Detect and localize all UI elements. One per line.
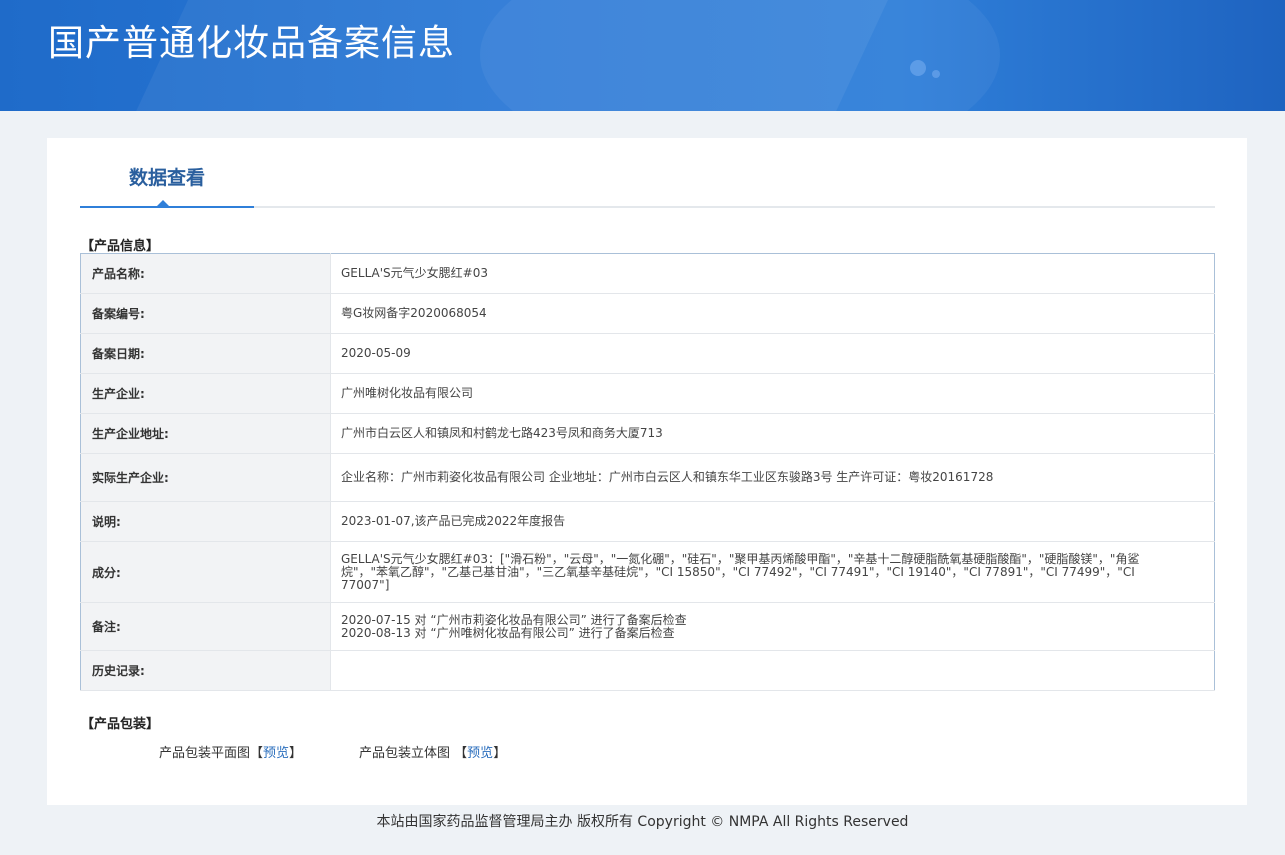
- tab-active-caret: [156, 200, 170, 207]
- row-value: GELLA'S元气少女腮红#03: [330, 253, 1215, 294]
- row-key: 备注:: [80, 602, 331, 651]
- product-info-heading: 【产品信息】: [81, 239, 160, 254]
- row-key: 历史记录:: [80, 650, 331, 691]
- preview-solid-link[interactable]: 预览: [467, 746, 493, 761]
- row-value: 广州唯树化妆品有限公司: [330, 373, 1215, 414]
- banner-dot: [932, 70, 940, 78]
- row-value: 广州市白云区人和镇凤和村鹤龙七路423号凤和商务大厦713: [330, 413, 1215, 454]
- page-title: 国产普通化妆品备案信息: [48, 23, 456, 64]
- table-row: 说明: 2023-01-07,该产品已完成2022年度报告: [80, 501, 1215, 542]
- row-key: 成分:: [80, 541, 331, 603]
- row-key: 产品名称:: [80, 253, 331, 294]
- table-row: 备注: 2020-07-15 对 “广州市莉姿化妆品有限公司” 进行了备案后检查…: [80, 602, 1215, 651]
- table-row: 备案日期: 2020-05-09: [80, 333, 1215, 374]
- tab-bar: 数据查看: [80, 138, 1215, 208]
- tab-data-view[interactable]: 数据查看: [80, 138, 254, 208]
- table-row: 生产企业地址: 广州市白云区人和镇凤和村鹤龙七路423号凤和商务大厦713: [80, 413, 1215, 454]
- header-banner: 国产普通化妆品备案信息: [0, 0, 1285, 111]
- row-key: 实际生产企业:: [80, 453, 331, 502]
- table-row: 备案编号: 粤G妆网备字2020068054: [80, 293, 1215, 334]
- table-row: 历史记录:: [80, 650, 1215, 691]
- remark-line: 2020-07-15 对 “广州市莉姿化妆品有限公司” 进行了备案后检查: [341, 612, 687, 627]
- banner-dot: [910, 60, 926, 76]
- content-card: 数据查看 【产品信息】 产品名称: GELLA'S元气少女腮红#03 备案编号:…: [47, 138, 1247, 805]
- row-key: 备案编号:: [80, 293, 331, 334]
- row-value: 2020-07-15 对 “广州市莉姿化妆品有限公司” 进行了备案后检查 202…: [330, 602, 1215, 651]
- row-value: [330, 650, 1215, 691]
- bracket: 】: [493, 746, 507, 761]
- preview-flat-link[interactable]: 预览: [263, 746, 289, 761]
- product-info-table: 产品名称: GELLA'S元气少女腮红#03 备案编号: 粤G妆网备字20200…: [80, 253, 1215, 691]
- packaging-flat-label: 产品包装平面图: [159, 746, 251, 761]
- packaging-heading: 【产品包装】: [81, 717, 160, 732]
- row-key: 备案日期:: [80, 333, 331, 374]
- packaging-flat: 产品包装平面图【预览】: [159, 742, 302, 761]
- row-value: 企业名称：广州市莉姿化妆品有限公司 企业地址：广州市白云区人和镇东华工业区东骏路…: [330, 453, 1215, 502]
- footer-copyright: 本站由国家药品监督管理局主办 版权所有 Copyright © NMPA All…: [376, 814, 909, 830]
- packaging-solid-label: 产品包装立体图: [359, 746, 451, 761]
- packaging-solid: 产品包装立体图 【预览】: [359, 742, 506, 761]
- bracket: 【: [454, 746, 468, 761]
- row-value: 粤G妆网备字2020068054: [330, 293, 1215, 334]
- row-value: 2020-05-09: [330, 333, 1215, 374]
- row-value: 2023-01-07,该产品已完成2022年度报告: [330, 501, 1215, 542]
- row-key: 说明:: [80, 501, 331, 542]
- tab-label: 数据查看: [128, 167, 205, 189]
- table-row: 生产企业: 广州唯树化妆品有限公司: [80, 373, 1215, 414]
- remark-line: 2020-08-13 对 “广州唯树化妆品有限公司” 进行了备案后检查: [341, 625, 675, 640]
- bracket: 】: [289, 746, 303, 761]
- table-row: 产品名称: GELLA'S元气少女腮红#03: [80, 253, 1215, 294]
- row-value: GELLA'S元气少女腮红#03：["滑石粉"，"云母"，"一氮化硼"，"硅石"…: [330, 541, 1215, 603]
- bracket: 【: [250, 746, 264, 761]
- row-key: 生产企业:: [80, 373, 331, 414]
- row-key: 生产企业地址:: [80, 413, 331, 454]
- table-row: 实际生产企业: 企业名称：广州市莉姿化妆品有限公司 企业地址：广州市白云区人和镇…: [80, 453, 1215, 502]
- table-row: 成分: GELLA'S元气少女腮红#03：["滑石粉"，"云母"，"一氮化硼"，…: [80, 541, 1215, 603]
- banner-decoration: [480, 0, 1000, 111]
